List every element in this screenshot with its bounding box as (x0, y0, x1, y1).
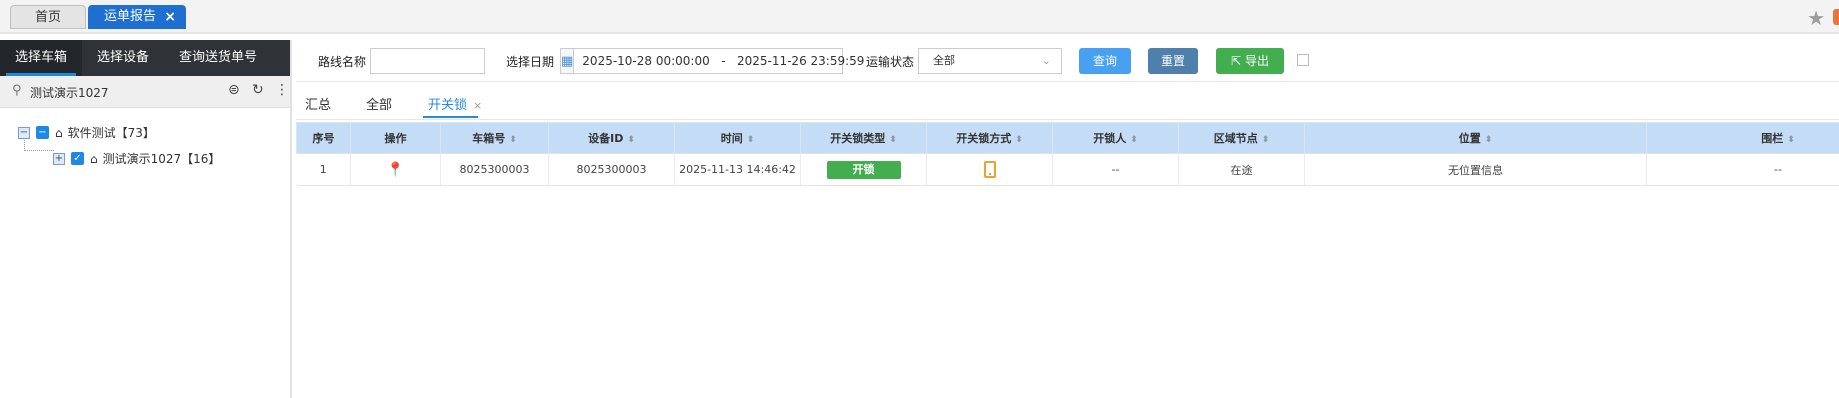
cell-node: 在途 (1178, 153, 1305, 186)
col-header[interactable]: 设备ID ⬍ (548, 122, 675, 154)
col-header[interactable]: 围栏 ⬍ (1646, 122, 1839, 154)
option-checkbox[interactable] (1297, 54, 1309, 66)
sort-icon: ⬍ (1484, 135, 1493, 145)
sort-icon: ⬍ (1261, 135, 1270, 145)
close-icon[interactable]: × (164, 5, 176, 29)
left-tabs: 选择车箱 选择设备 查询送货单号 (0, 40, 290, 76)
expand-icon[interactable]: + (53, 152, 65, 165)
cell-lock-method (926, 153, 1053, 186)
cell-time: 2025-11-13 14:46:42 (674, 153, 801, 186)
query-button[interactable]: 查询 (1079, 48, 1131, 74)
col-header[interactable]: 开关锁类型 ⬍ (800, 122, 927, 154)
sort-icon: ⬍ (1130, 135, 1138, 145)
route-label: 路线名称 (318, 55, 367, 69)
home-icon: ⌂ (55, 125, 63, 140)
cell-unlocker: -- (1052, 153, 1179, 186)
export-button[interactable]: ⇱ 导出 (1216, 48, 1284, 74)
sort-icon: ⬍ (1015, 135, 1023, 145)
cell-action: 📍 (350, 153, 441, 186)
col-header: 序号 (296, 122, 351, 154)
tree-node-child[interactable]: + ✓ ⌂ 测试演示1027【16】 (53, 150, 220, 167)
sort-icon: ⬍ (889, 135, 897, 145)
more-icon[interactable]: ⋮ (275, 82, 289, 98)
tab-summary[interactable]: 汇总 (305, 94, 331, 113)
tab-home[interactable]: 首页 (10, 5, 86, 29)
date-label: 选择日期 (506, 55, 555, 69)
cell-device-id: 8025300003 (548, 153, 675, 186)
sort-icon: ⬍ (746, 135, 755, 145)
status-label: 运输状态 (866, 55, 915, 69)
table-row[interactable]: 1 📍 8025300003 8025300003 2025-11-13 14:… (296, 153, 1839, 186)
tree-node-root[interactable]: − − ⌂ 软件测试【73】 (18, 124, 155, 141)
tab-waybill-report[interactable]: 运单报告 × (88, 5, 186, 29)
tree-node-label: 软件测试【73】 (67, 126, 155, 140)
chevron-down-icon: ⌄ (1041, 54, 1051, 67)
location-pin-icon[interactable]: 📍 (387, 162, 404, 178)
tab-waybill-report-label: 运单报告 (104, 9, 157, 24)
tab-select-device[interactable]: 选择设备 (82, 40, 164, 76)
top-tab-bar: 首页 运单报告 × ★ (0, 0, 1839, 34)
sort-icon: ⬍ (627, 135, 635, 145)
search-icon: ⚲ (12, 83, 22, 98)
tab-lock-switch-label: 开关锁 (428, 98, 468, 113)
filter-search-icon[interactable]: ⊜ (228, 82, 240, 98)
refresh-icon[interactable]: ↻ (252, 82, 264, 98)
tree-search-input[interactable]: 测试演示1027 (30, 84, 109, 101)
left-panel: 选择车箱 选择设备 查询送货单号 ⚲ 测试演示1027 ⊜ ↻ ⋮ − − ⌂ … (0, 40, 292, 398)
box-tree: − − ⌂ 软件测试【73】 + ✓ ⌂ 测试演示1027【16】 (0, 108, 290, 378)
date-range-value: 2025-10-28 00:00:00 - 2025-11-26 23:59:5… (582, 54, 865, 68)
cell-location: 无位置信息 (1304, 153, 1647, 186)
cell-fence: -- (1646, 153, 1839, 186)
phone-icon (983, 161, 996, 178)
filter-bar: 路线名称 选择日期 ▦ 2025-10-28 00:00:00 - 2025-1… (296, 40, 1839, 82)
table-header: 序号 操作 车箱号 ⬍ 设备ID ⬍ 时间 ⬍ 开关锁类型 ⬍ 开关锁方式 ⬍ 开锁人 ⬍ … (296, 122, 1839, 154)
sub-tabs: 汇总 全部 开关锁 × (296, 82, 1839, 120)
col-header[interactable]: 时间 ⬍ (674, 122, 801, 154)
close-icon[interactable]: × (473, 99, 482, 112)
star-icon[interactable]: ★ (1807, 6, 1825, 30)
status-value: 全部 (933, 54, 955, 67)
calendar-icon[interactable]: ▦ (561, 49, 575, 73)
export-label: 导出 (1244, 54, 1269, 68)
col-header[interactable]: 区域节点 ⬍ (1178, 122, 1305, 154)
lock-type-badge: 开锁 (826, 160, 901, 179)
col-header[interactable]: 开锁人 ⬍ (1052, 122, 1179, 154)
export-icon: ⇱ (1231, 54, 1242, 68)
partial-checkbox[interactable]: − (36, 126, 49, 139)
main-content: 路线名称 选择日期 ▦ 2025-10-28 00:00:00 - 2025-1… (296, 40, 1839, 398)
tab-query-delivery-no[interactable]: 查询送货单号 (164, 40, 272, 76)
col-header: 操作 (350, 122, 441, 154)
extension-icon[interactable] (1833, 9, 1839, 25)
status-select[interactable]: 全部 ⌄ (918, 48, 1062, 74)
home-icon: ⌂ (90, 151, 98, 166)
col-header[interactable]: 开关锁方式 ⬍ (926, 122, 1053, 154)
active-tab-indicator (423, 116, 478, 118)
reset-button[interactable]: 重置 (1148, 48, 1198, 74)
tab-all[interactable]: 全部 (366, 94, 392, 113)
lock-records-table: 序号 操作 车箱号 ⬍ 设备ID ⬍ 时间 ⬍ 开关锁类型 ⬍ 开关锁方式 ⬍ 开锁人 ⬍ … (296, 122, 1839, 186)
tree-search-bar: ⚲ 测试演示1027 ⊜ ↻ ⋮ (0, 76, 290, 108)
tab-select-box[interactable]: 选择车箱 (0, 40, 83, 76)
collapse-icon[interactable]: − (18, 126, 30, 139)
date-range-picker[interactable]: ▦ 2025-10-28 00:00:00 - 2025-11-26 23:59… (560, 48, 864, 74)
sort-icon: ⬍ (509, 135, 517, 145)
cell-lock-type: 开锁 (800, 153, 927, 186)
col-header[interactable]: 车箱号 ⬍ (440, 122, 549, 154)
cell-no: 1 (296, 153, 351, 186)
tree-node-label: 测试演示1027【16】 (102, 152, 221, 166)
sort-icon: ⬍ (1787, 135, 1795, 145)
route-name-input[interactable] (370, 48, 485, 74)
checked-checkbox[interactable]: ✓ (71, 152, 84, 165)
col-header[interactable]: 位置 ⬍ (1304, 122, 1647, 154)
tab-lock-switch[interactable]: 开关锁 × (428, 94, 482, 113)
cell-box-no: 8025300003 (440, 153, 549, 186)
